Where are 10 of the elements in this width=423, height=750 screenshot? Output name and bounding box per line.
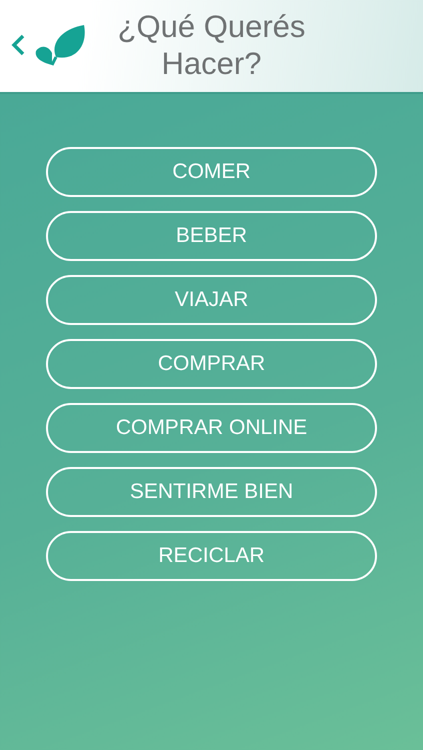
option-button[interactable]: SENTIRME BIEN	[46, 467, 377, 517]
option-button[interactable]: RECICLAR	[46, 531, 377, 581]
back-chevron-icon	[10, 34, 26, 56]
option-button[interactable]: COMER	[46, 147, 377, 197]
back-button[interactable]	[10, 34, 26, 56]
option-button[interactable]: COMPRAR	[46, 339, 377, 389]
option-button[interactable]: BEBER	[46, 211, 377, 261]
screen-title: ¿Qué Querés Hacer?	[116, 8, 306, 82]
option-button[interactable]: VIAJAR	[46, 275, 377, 325]
option-button[interactable]: COMPRAR ONLINE	[46, 403, 377, 453]
